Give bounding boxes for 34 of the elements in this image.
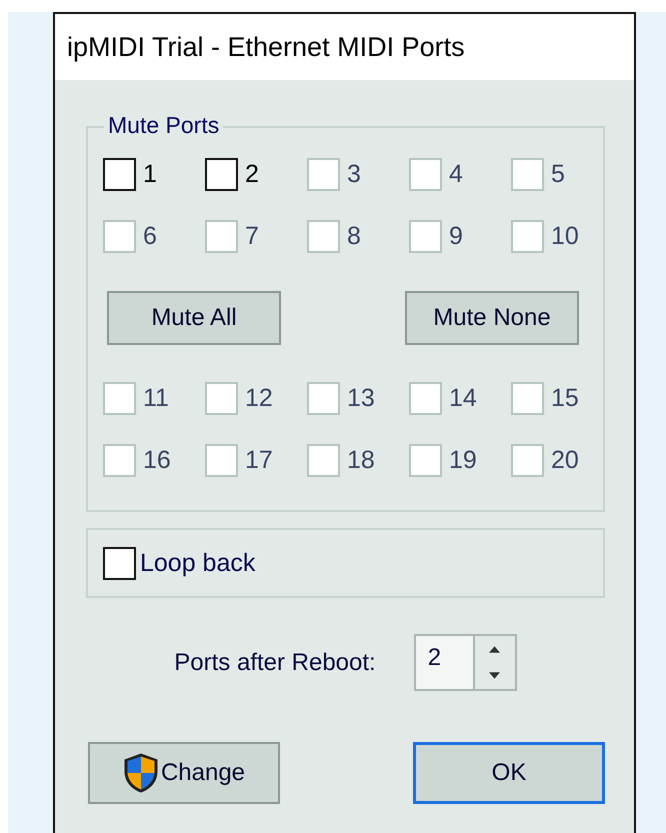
port-checkbox[interactable] [103,158,136,191]
loop-back-label: Loop back [140,548,256,578]
ports-after-reboot-label: Ports after Reboot: [174,648,376,676]
port-label: 14 [449,384,477,413]
port-checkbox[interactable] [205,158,238,191]
ok-button[interactable]: OK [413,742,605,804]
ports-spinner[interactable]: 2 [414,634,517,691]
port-label: 2 [245,160,259,189]
port-label: 15 [551,384,579,413]
port-label: 1 [143,160,157,189]
port-label: 9 [449,222,463,251]
mute-all-button[interactable]: Mute All [107,291,281,345]
port-label: 20 [551,446,579,475]
port-label: 6 [143,222,157,251]
loop-back-checkbox[interactable] [103,546,136,580]
shield-icon [122,752,159,794]
port-label: 5 [551,160,565,189]
port-label: 8 [347,222,361,251]
mute-none-button[interactable]: Mute None [405,291,579,345]
port-label: 4 [449,160,463,189]
port-label: 13 [347,384,375,413]
port-label: 19 [449,446,477,475]
port-label: 17 [245,446,273,475]
change-button[interactable]: Change [88,742,280,804]
port-label: 12 [245,384,273,413]
port-label: 16 [143,446,171,475]
up-arrow-icon[interactable] [489,646,500,653]
down-arrow-icon[interactable] [489,672,500,680]
port-label: 3 [347,160,361,189]
port-label: 7 [245,222,259,251]
port-label: 11 [143,384,169,413]
port-label: 10 [551,222,579,251]
window-title: ipMIDI Trial - Ethernet MIDI Ports [67,32,465,62]
port-label: 18 [347,446,375,475]
